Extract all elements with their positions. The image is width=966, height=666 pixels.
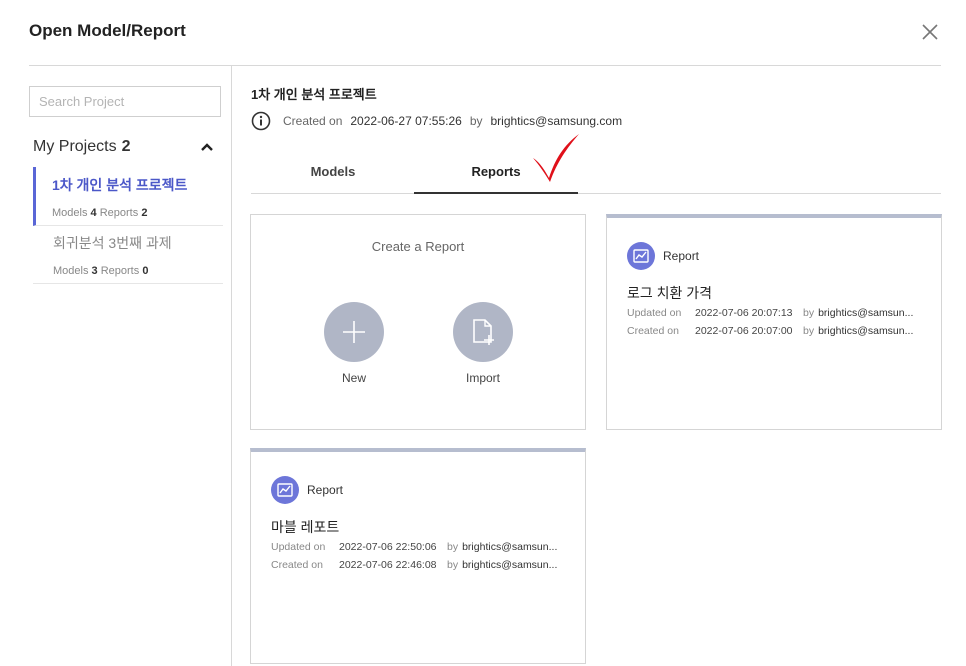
reports-count: 0	[142, 265, 149, 277]
models-label: Models	[52, 207, 88, 219]
project-sidebar: My Projects2 1차 개인 분석 프로젝트 Models 4 Repo…	[29, 66, 232, 666]
create-report-title: Create a Report	[371, 239, 465, 254]
model-report-tabs: Models Reports	[251, 152, 941, 194]
chart-icon	[627, 242, 655, 270]
report-type-label: Report	[663, 249, 700, 263]
info-icon	[251, 111, 271, 131]
import-file-icon	[473, 319, 494, 345]
by-label: by	[803, 307, 815, 319]
chevron-up-icon	[201, 143, 213, 151]
sidebar-project-item-2[interactable]: 회귀분석 3번째 과제 Models 3 Reports 0	[33, 225, 223, 284]
report-updated-row: Updated on 2022-07-06 22:50:06 by brightics…	[271, 541, 557, 553]
project-counts: Models 3 Reports 0	[33, 253, 223, 283]
created-date: 2022-06-27 07:55:26	[350, 114, 462, 128]
report-card[interactable]: Report 로그 치환 가격 Updated on 2022-07-06 20:…	[606, 214, 942, 430]
close-button[interactable]	[918, 20, 942, 44]
project-created-info: Created on 2022-06-27 07:55:26 by bright…	[251, 111, 630, 131]
reports-label: Reports	[100, 265, 140, 277]
project-title: 1차 개인 분석 프로젝트	[251, 87, 377, 102]
updated-label: Updated on	[627, 307, 682, 319]
updated-label: Updated on	[271, 541, 326, 553]
report-type-badge: Report	[627, 242, 699, 270]
updated-date: 2022-07-06 20:07:13	[695, 307, 793, 319]
created-by: brightics@samsun...	[462, 559, 558, 571]
reports-label: Reports	[99, 207, 139, 219]
report-name: 로그 치환 가격	[627, 285, 713, 301]
my-projects-count: 2	[121, 138, 131, 155]
import-label: Import	[465, 371, 500, 385]
by-label: by	[469, 114, 483, 128]
report-created-row: Created on 2022-07-06 22:46:08 by brightics…	[271, 559, 557, 571]
tab-models[interactable]: Models	[251, 152, 415, 194]
import-report-button[interactable]	[453, 302, 513, 362]
new-report-button[interactable]	[324, 302, 384, 362]
by-label: by	[803, 325, 815, 337]
project-name: 회귀분석 3번째 과제	[53, 235, 172, 251]
project-name: 1차 개인 분석 프로젝트	[52, 177, 188, 193]
report-updated-row: Updated on 2022-07-06 20:07:13 by brightics…	[627, 307, 913, 319]
created-label: Created on	[271, 559, 323, 571]
report-type-label: Report	[307, 483, 344, 497]
created-date: 2022-07-06 22:46:08	[339, 559, 437, 571]
report-created-row: Created on 2022-07-06 20:07:00 by brightics…	[627, 325, 913, 337]
created-label: Created on	[283, 114, 343, 128]
create-report-card: Create a Report New Import	[250, 214, 586, 430]
created-by: brightics@samsun...	[818, 325, 914, 337]
plus-icon	[343, 321, 365, 343]
created-date: 2022-07-06 20:07:00	[695, 325, 793, 337]
dialog-title: Open Model/Report	[29, 21, 186, 40]
chart-icon	[271, 476, 299, 504]
close-icon	[922, 24, 938, 40]
by-label: by	[447, 541, 459, 553]
my-projects-heading: My Projects 2	[33, 138, 130, 156]
updated-by: brightics@samsun...	[462, 541, 558, 553]
checkmark-annotation-tabs	[533, 134, 579, 182]
by-label: by	[447, 559, 459, 571]
report-type-badge: Report	[271, 476, 343, 504]
project-counts: Models 4 Reports 2	[36, 195, 223, 225]
models-label: Models	[53, 265, 89, 277]
search-project-input[interactable]	[29, 86, 221, 117]
created-label: Created on	[627, 325, 679, 337]
sidebar-project-item-1[interactable]: 1차 개인 분석 프로젝트 Models 4 Reports 2	[33, 167, 223, 226]
updated-by: brightics@samsun...	[818, 307, 914, 319]
models-count: 3	[91, 265, 98, 277]
my-projects-label: My Projects	[33, 138, 117, 155]
created-by: brightics@samsung.com	[490, 114, 623, 128]
new-label: New	[341, 371, 366, 385]
report-card[interactable]: Report 마블 레포트 Updated on 2022-07-06 22:50…	[250, 448, 586, 664]
reports-count: 2	[141, 207, 148, 219]
models-count: 4	[90, 207, 97, 219]
updated-date: 2022-07-06 22:50:06	[339, 541, 437, 553]
my-projects-toggle[interactable]: My Projects 2	[33, 132, 221, 162]
report-name: 마블 레포트	[271, 519, 340, 535]
